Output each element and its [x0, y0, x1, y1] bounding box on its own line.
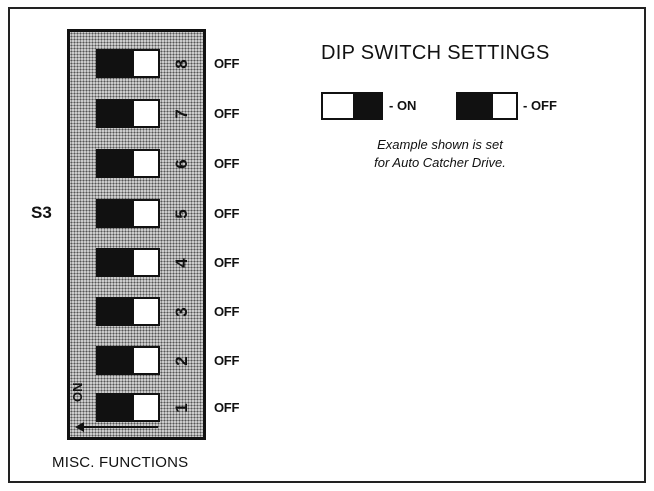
switch-slider — [98, 299, 134, 324]
switch-number: 7 — [172, 109, 191, 119]
dip-switch-5[interactable] — [96, 199, 160, 228]
dip-switch-6[interactable] — [96, 149, 160, 178]
legend-on-switch — [321, 92, 383, 120]
dip-switch-7[interactable] — [96, 99, 160, 128]
switch-state: OFF — [214, 56, 240, 71]
switch-slider — [98, 395, 134, 420]
arrow-left-icon — [75, 422, 84, 432]
switch-slider — [98, 348, 134, 373]
switch-bank-label: S3 — [31, 203, 52, 222]
legend-off-switch — [456, 92, 518, 120]
switch-slider — [458, 94, 493, 118]
switch-state: OFF — [214, 156, 240, 171]
switch-number: 3 — [172, 307, 191, 317]
switch-slider — [353, 94, 381, 118]
example-note-line2: for Auto Catcher Drive. — [374, 155, 506, 170]
switch-slider — [98, 250, 134, 275]
dip-switch-2[interactable] — [96, 346, 160, 375]
switch-slider — [98, 51, 134, 76]
legend-off-label: - OFF — [523, 98, 557, 113]
switch-slider — [98, 151, 134, 176]
switch-state: OFF — [214, 206, 240, 221]
switch-number: 6 — [172, 159, 191, 169]
switch-state: OFF — [214, 255, 240, 270]
dip-switch-1[interactable] — [96, 393, 160, 422]
switch-slider — [98, 101, 134, 126]
example-note-line1: Example shown is set — [377, 137, 503, 152]
dip-switch-4[interactable] — [96, 248, 160, 277]
legend-title: DIP SWITCH SETTINGS — [321, 42, 550, 64]
legend-on-label: - ON — [389, 98, 417, 113]
dip-switch-bank — [67, 29, 206, 440]
switch-number: 4 — [172, 258, 191, 268]
switch-state: OFF — [214, 106, 240, 121]
switch-number: 1 — [172, 403, 191, 413]
switch-state: OFF — [214, 304, 240, 319]
switch-number: 2 — [172, 356, 191, 366]
switch-slider — [98, 201, 134, 226]
bank-caption: MISC. FUNCTIONS — [52, 454, 189, 471]
on-direction-label: ON — [70, 382, 85, 403]
switch-number: 8 — [172, 59, 191, 69]
dip-switch-3[interactable] — [96, 297, 160, 326]
dip-switch-8[interactable] — [96, 49, 160, 78]
switch-number: 5 — [172, 209, 191, 219]
switch-state: OFF — [214, 400, 240, 415]
on-direction-arrow-shaft — [80, 426, 158, 428]
switch-state: OFF — [214, 353, 240, 368]
